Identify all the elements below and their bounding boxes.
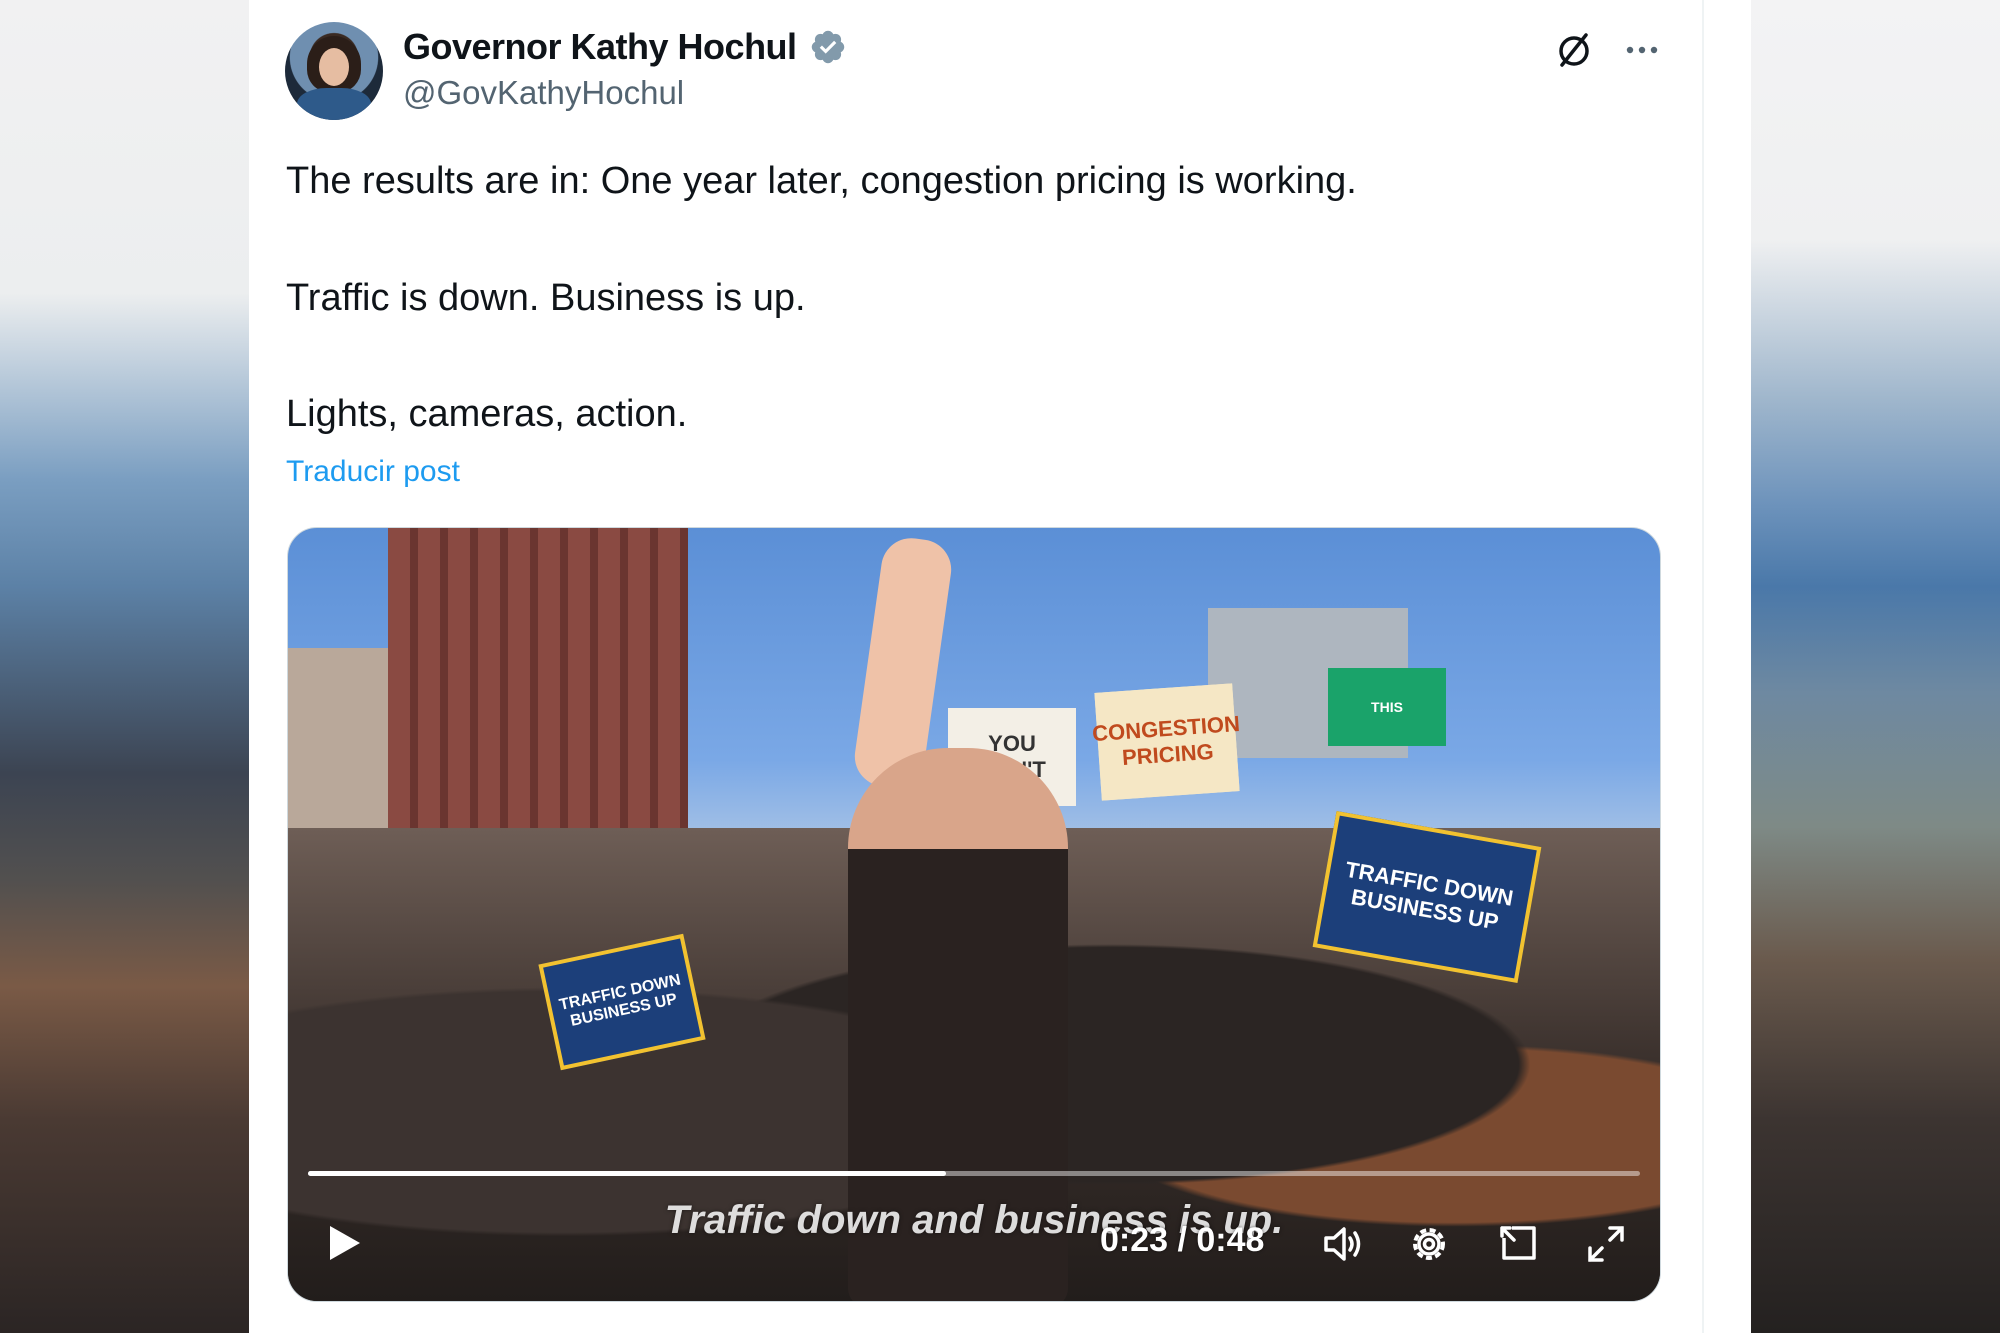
more-options-icon[interactable] [1620, 28, 1664, 72]
author-name-row: Governor Kathy Hochul [403, 22, 847, 72]
avatar[interactable] [285, 22, 383, 120]
translate-post-link[interactable]: Traducir post [286, 455, 460, 489]
picture-in-picture-icon [1500, 1226, 1536, 1260]
volume-icon [1324, 1227, 1361, 1261]
author-display-name[interactable]: Governor Kathy Hochul [403, 26, 797, 68]
author-handle[interactable]: @GovKathyHochul [403, 74, 684, 112]
blurred-background-left [0, 0, 249, 1333]
verified-badge-icon[interactable] [809, 28, 847, 66]
fullscreen-icon [1588, 1226, 1624, 1262]
settings-button[interactable] [1405, 1220, 1453, 1268]
video-frame-sign: THIS [1328, 668, 1446, 746]
post-text-line: Traffic is down. Business is up. [286, 277, 806, 319]
video-player[interactable]: YOU DON'T CONGESTION PRICING THIS TRAFFI… [287, 527, 1661, 1302]
play-button[interactable] [318, 1218, 368, 1268]
post-text-line: Lights, cameras, action. [286, 393, 688, 435]
video-frame-building [388, 528, 688, 848]
post-text-line: The results are in: One year later, cong… [286, 160, 1357, 202]
video-controls: 0:23 / 0:48 [288, 1208, 1660, 1278]
column-divider [1702, 0, 1704, 1333]
volume-button[interactable] [1318, 1220, 1366, 1268]
video-time-display: 0:23 / 0:48 [1100, 1221, 1265, 1259]
settings-gear-icon [1413, 1228, 1445, 1260]
blurred-background-right [1751, 0, 2000, 1333]
grok-icon[interactable] [1552, 28, 1596, 72]
video-progress-bar[interactable] [308, 1171, 1640, 1176]
video-frame-sign: CONGESTION PRICING [1091, 683, 1241, 801]
video-progress-fill [308, 1171, 947, 1176]
play-icon [330, 1226, 360, 1260]
fullscreen-button[interactable] [1582, 1220, 1630, 1268]
picture-in-picture-button[interactable] [1494, 1220, 1542, 1268]
